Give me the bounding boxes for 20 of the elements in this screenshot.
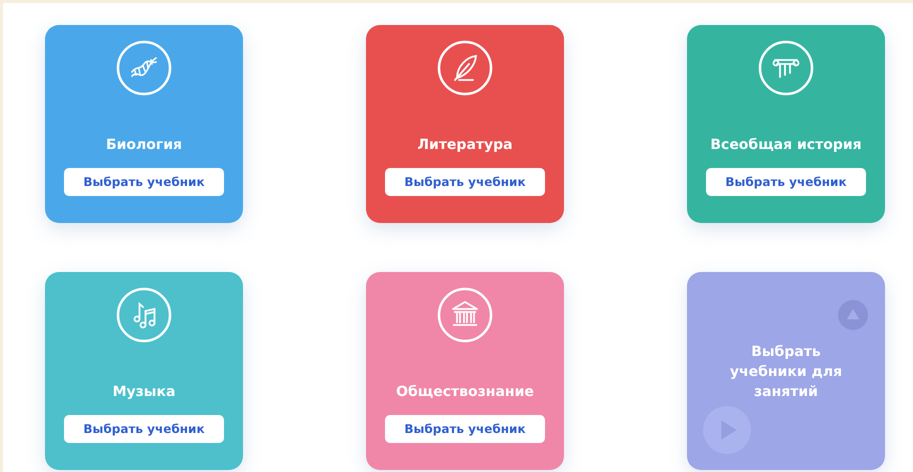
feather-icon: [437, 40, 493, 96]
choose-textbook-button[interactable]: Выбрать учебник: [385, 415, 545, 443]
subject-card[interactable]: Биология Выбрать учебник: [45, 25, 243, 223]
action-title: Выбрать учебники для занятий: [728, 343, 844, 402]
subject-card[interactable]: Обществознание Выбрать учебник: [366, 272, 564, 470]
subject-card[interactable]: Всеобщая история Выбрать учебник: [687, 25, 885, 223]
subject-title: Литература: [417, 136, 513, 155]
subject-title: Музыка: [112, 383, 176, 402]
subject-card[interactable]: Литература Выбрать учебник: [366, 25, 564, 223]
subject-card[interactable]: Музыка Выбрать учебник: [45, 272, 243, 470]
column-icon: [758, 40, 814, 96]
subject-title: Всеобщая история: [710, 136, 862, 155]
columned-building-icon: [437, 287, 493, 343]
subject-title: Биология: [106, 136, 182, 155]
subject-title: Обществознание: [396, 383, 534, 402]
choose-textbook-button[interactable]: Выбрать учебник: [706, 168, 866, 196]
choose-textbook-button[interactable]: Выбрать учебник: [64, 415, 224, 443]
choose-textbook-button[interactable]: Выбрать учебник: [64, 168, 224, 196]
music-notes-icon: [116, 287, 172, 343]
choose-textbook-button[interactable]: Выбрать учебник: [385, 168, 545, 196]
